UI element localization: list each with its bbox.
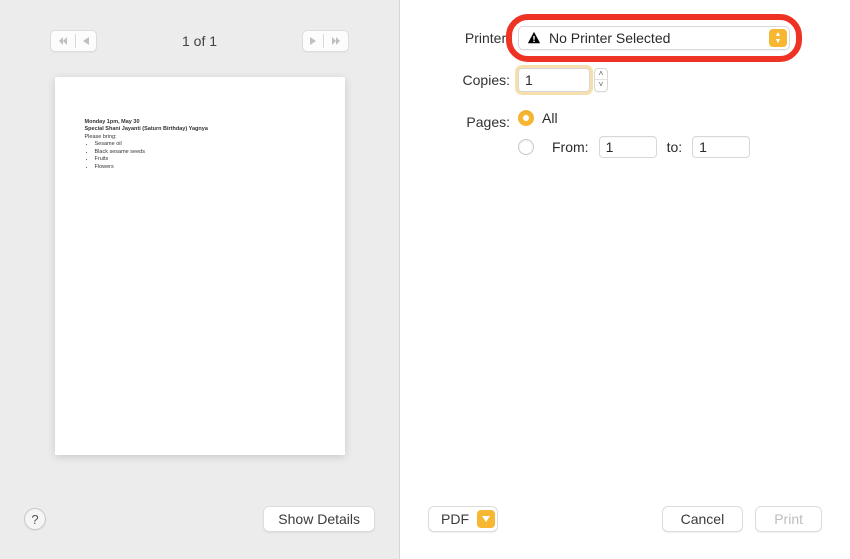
chevron-up-down-icon: ▲▼: [769, 29, 787, 47]
first-page-icon: [51, 31, 75, 51]
page-counter: 1 of 1: [182, 33, 217, 49]
pages-to-label: to:: [667, 139, 683, 155]
next-page-icon: [303, 31, 323, 51]
pages-range-row[interactable]: From: to:: [518, 136, 820, 158]
print-button[interactable]: Print: [755, 506, 822, 532]
copies-label: Copies:: [430, 68, 518, 88]
help-button[interactable]: ?: [24, 508, 46, 530]
settings-panel: Printer: No Printer Selected ▲▼ Copies:: [400, 0, 850, 559]
pdf-button[interactable]: PDF: [428, 506, 498, 532]
help-icon: ?: [31, 512, 38, 527]
stepper-down-icon: ˅: [595, 80, 607, 91]
preview-list-item: Sesame oil: [95, 141, 315, 148]
cancel-button[interactable]: Cancel: [662, 506, 744, 532]
stepper-up-icon: ˄: [595, 69, 607, 80]
printer-row: Printer: No Printer Selected ▲▼: [430, 26, 820, 50]
copies-row: Copies: ˄ ˅: [430, 68, 820, 92]
pages-all-row[interactable]: All: [518, 110, 820, 126]
printer-label: Printer:: [430, 26, 518, 46]
pages-from-label: From:: [552, 139, 589, 155]
pages-all-label: All: [542, 110, 558, 126]
pages-all-radio[interactable]: [518, 110, 534, 126]
copies-input[interactable]: [518, 68, 590, 92]
action-buttons: Cancel Print: [662, 506, 822, 532]
next-page-group[interactable]: [302, 30, 349, 52]
preview-panel: 1 of 1 Monday 1pm, May 30 Special Shani …: [0, 0, 400, 559]
chevron-down-icon: [477, 510, 495, 528]
preview-line-3: Please bring:: [85, 134, 315, 141]
warning-icon: [527, 31, 541, 45]
prev-page-icon: [76, 31, 96, 51]
pages-label: Pages:: [430, 110, 518, 130]
right-footer: PDF Cancel Print: [400, 495, 850, 559]
left-footer: ? Show Details: [0, 495, 399, 559]
pages-to-input[interactable]: [692, 136, 750, 158]
page-preview: Monday 1pm, May 30 Special Shani Jayanti…: [55, 77, 345, 455]
pages-range-radio[interactable]: [518, 139, 534, 155]
prev-page-group[interactable]: [50, 30, 97, 52]
preview-line-2: Special Shani Jayanti (Saturn Birthday) …: [85, 126, 315, 133]
printer-select[interactable]: No Printer Selected ▲▼: [518, 26, 790, 50]
show-details-button[interactable]: Show Details: [263, 506, 375, 532]
preview-list-item: Fruits: [95, 156, 315, 163]
pages-from-input[interactable]: [599, 136, 657, 158]
preview-list: Sesame oil Black sesame seeds Fruits Flo…: [95, 141, 315, 171]
preview-list-item: Black sesame seeds: [95, 149, 315, 156]
preview-nav: 1 of 1: [0, 0, 399, 62]
copies-stepper[interactable]: ˄ ˅: [594, 68, 608, 92]
preview-line-1: Monday 1pm, May 30: [85, 119, 315, 126]
preview-list-item: Flowers: [95, 164, 315, 171]
last-page-icon: [324, 31, 348, 51]
printer-value: No Printer Selected: [549, 30, 670, 46]
pdf-label: PDF: [441, 511, 469, 527]
pages-row: Pages: All From: to:: [430, 110, 820, 168]
